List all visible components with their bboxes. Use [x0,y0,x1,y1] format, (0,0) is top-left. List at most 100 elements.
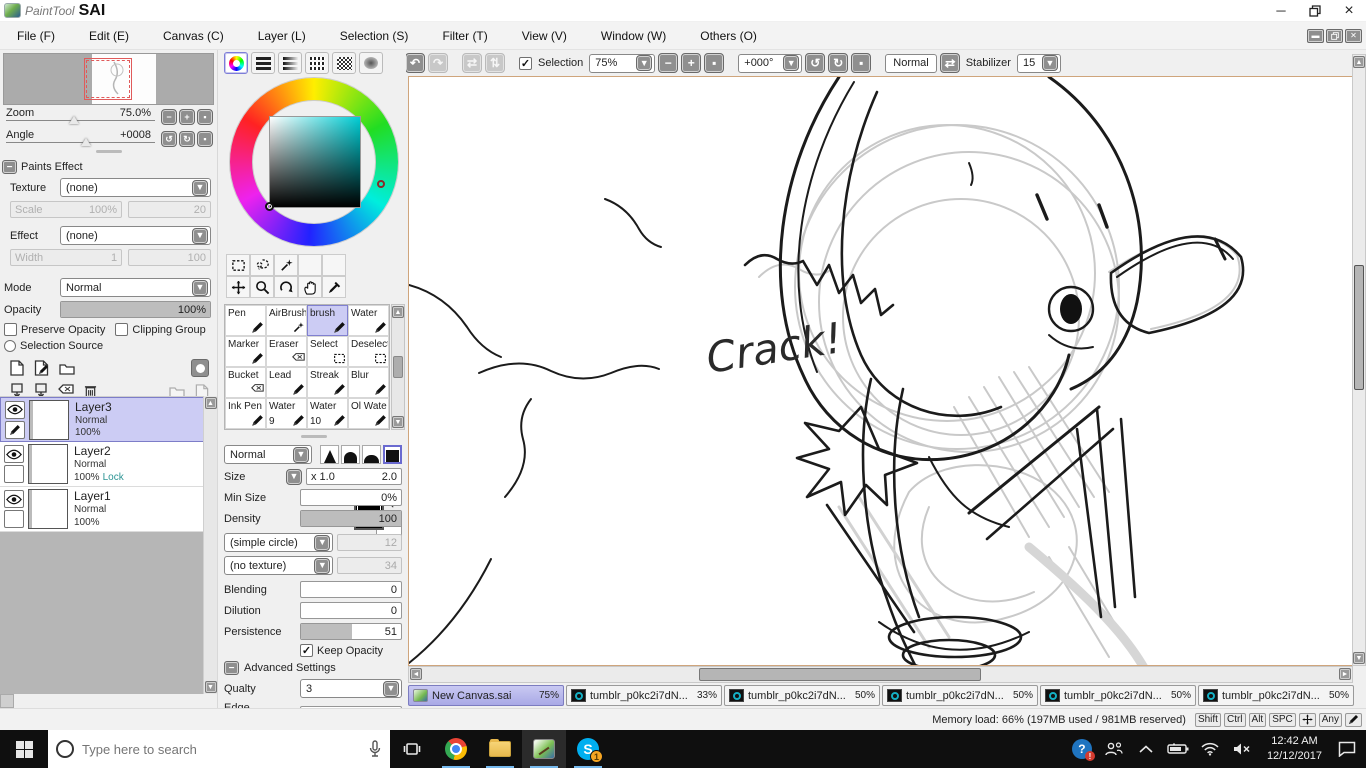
redo-button[interactable]: ↷ [428,53,448,73]
undo-button[interactable]: ↶ [405,53,425,73]
navigator-preview[interactable] [3,53,214,105]
tool-blur[interactable]: Blur [348,367,389,398]
layer3-visibility-toggle[interactable] [5,400,25,419]
nav-zoom-in-button[interactable]: + [179,109,195,125]
move-tool[interactable] [226,276,250,298]
magic-wand-tool[interactable] [274,254,298,276]
tool-brush[interactable]: brush [307,305,348,336]
scroll-up-icon[interactable]: ▲ [1353,56,1365,68]
angle-dropdown[interactable]: +000° ▼ [738,53,803,73]
stabilizer-dropdown-button[interactable]: ▼ [1041,55,1058,71]
rect-select-tool[interactable] [226,254,250,276]
tool-scroll-down-icon[interactable]: ▼ [392,416,404,428]
flip-h-button[interactable]: ⇄ [462,53,482,73]
effect-dropdown[interactable]: (none) ▼ [60,226,211,245]
navigator-angle-slider[interactable]: Angle +0008 [6,129,155,149]
doc-close-button[interactable]: ✕ [1345,28,1362,43]
minimize-button[interactable]: ─ [1264,0,1298,21]
nav-rotate-cw-button[interactable]: ↻ [179,131,195,147]
volume-muted-tray-icon[interactable] [1229,742,1255,756]
zoom-reset-button[interactable]: ▪ [704,53,725,73]
tool-streak[interactable]: Streak [307,367,348,398]
menu-filter[interactable]: Filter (T) [425,29,504,43]
layer-mode-dropdown[interactable]: Normal ▼ [60,278,211,297]
taskbar-clock[interactable]: 12:42 AM 12/12/2017 [1261,734,1328,764]
layer-opacity-slider[interactable]: 100% [60,301,211,318]
canvas[interactable]: Crack! [408,76,1353,666]
nav-zoom-reset-button[interactable]: ▪ [197,109,213,125]
layers-scroll-down-icon[interactable]: ▼ [204,681,217,693]
selection-source-radio[interactable] [4,340,16,352]
size-unit-dropdown-button[interactable]: ▼ [286,468,302,485]
mixer-tab[interactable] [305,52,329,74]
tool-eraser[interactable]: Eraser [266,336,307,367]
layer-item-layer3[interactable]: Layer3 Normal 100% [0,397,204,442]
layer-item-layer2[interactable]: Layer2 Normal 100% Lock [0,442,204,487]
nav-angle-reset-button[interactable]: ▪ [197,131,213,147]
start-button[interactable] [0,730,48,768]
zoom-slider-handle[interactable] [68,116,79,124]
canvas-vertical-scrollbar[interactable]: ▲ ▼ [1352,54,1366,666]
texture-dropdown-button[interactable]: ▼ [192,179,208,196]
tool-airbrush[interactable]: AirBrush [266,305,307,336]
brush-blend-dropdown-button[interactable]: ▼ [293,446,309,463]
tab-tumblr-4[interactable]: tumblr_p0kc2i7dN... 50% [1040,685,1196,706]
advanced-settings-collapse-button[interactable]: − [224,661,239,675]
scroll-right-icon[interactable]: ► [1339,668,1351,680]
layer2-edit-indicator[interactable] [4,465,24,483]
edge-shape-pointed[interactable] [320,445,339,464]
menu-layer[interactable]: Layer (L) [241,29,323,43]
tool-grid-scrollbar[interactable]: ▲ ▼ [391,304,405,430]
tab-tumblr-3[interactable]: tumblr_p0kc2i7dN... 50% [882,685,1038,706]
scratchpad-tab[interactable] [359,52,383,74]
brush-shape-dropdown-button[interactable]: ▼ [314,534,331,551]
preserve-opacity-checkbox[interactable] [4,323,17,336]
angle-slider-handle[interactable] [80,138,91,146]
min-size-field[interactable]: 0% [300,489,402,506]
tool-inkpen[interactable]: Ink Pen [225,398,266,429]
doc-minimize-button[interactable]: ▬ [1307,28,1324,43]
menu-canvas[interactable]: Canvas (C) [146,29,241,43]
action-center-icon[interactable] [1334,741,1360,757]
battery-tray-icon[interactable] [1165,743,1191,755]
menu-selection[interactable]: Selection (S) [323,29,426,43]
tool-marker[interactable]: Marker [225,336,266,367]
layer3-edit-indicator[interactable] [5,420,25,439]
saturation-value-square[interactable] [269,116,361,208]
rotate-cw-button[interactable]: ↻ [828,53,849,73]
tray-expand-chevron-icon[interactable] [1133,745,1159,753]
zoom-out-button[interactable]: − [658,53,679,73]
nav-zoom-out-button[interactable]: − [161,109,177,125]
rotate-ccw-button[interactable]: ↺ [805,53,826,73]
vertical-scroll-thumb[interactable] [1354,265,1364,390]
people-tray-icon[interactable] [1101,741,1127,757]
dilution-slider[interactable]: 0 [300,602,402,619]
sai-taskbar-icon[interactable] [522,730,566,768]
empty-tool-slot-2[interactable] [322,254,346,276]
persistence-slider[interactable]: 51 [300,623,402,640]
density-slider[interactable]: 100 [300,510,402,527]
tool-water9[interactable]: Water 9 [266,398,307,429]
paint-mode-button[interactable]: Normal [885,53,937,73]
canvas-horizontal-scrollbar[interactable]: ◄ ► [408,666,1353,683]
taskbar-search[interactable] [48,730,390,768]
help-tray-icon[interactable]: ? [1069,739,1095,761]
menu-edit[interactable]: Edit (E) [72,29,146,43]
tool-pen[interactable]: Pen [225,305,266,336]
rgb-slider-tab[interactable] [251,52,275,74]
brush-texture-dropdown[interactable]: (no texture) ▼ [224,556,334,575]
navigator-zoom-slider[interactable]: Zoom 75.0% [6,107,155,127]
tab-tumblr-5[interactable]: tumblr_p0kc2i7dN... 50% [1198,685,1354,706]
mask-icon[interactable] [191,359,209,377]
layer2-thumbnail[interactable] [28,444,68,484]
skype-taskbar-icon[interactable]: S1 [566,730,610,768]
keep-opacity-checkbox[interactable]: ✓ [300,644,313,657]
tab-tumblr-2[interactable]: tumblr_p0kc2i7dN... 50% [724,685,880,706]
tool-scroll-up-icon[interactable]: ▲ [392,306,404,318]
quality-dropdown[interactable]: 3 ▼ [300,679,402,698]
menu-file[interactable]: File (F) [0,29,72,43]
layer-item-layer1[interactable]: Layer1 Normal 100% [0,487,204,532]
brush-shape-dropdown[interactable]: (simple circle) ▼ [224,533,334,552]
quality-dropdown-button[interactable]: ▼ [383,680,399,697]
texture-dropdown[interactable]: (none) ▼ [60,178,211,197]
